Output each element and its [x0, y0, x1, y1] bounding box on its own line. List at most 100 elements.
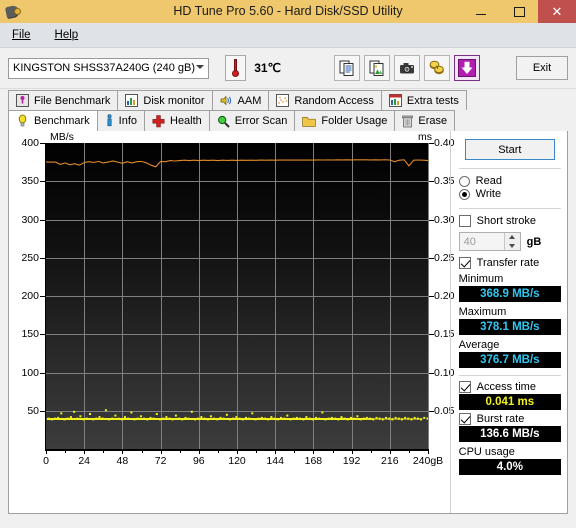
scatter-icon — [276, 94, 290, 107]
tab-folder-usage[interactable]: Folder Usage — [294, 110, 396, 131]
tab-row-secondary: File Benchmark Disk monitor AAM Random A… — [8, 89, 568, 110]
minimize-button[interactable] — [462, 0, 500, 23]
radio-read[interactable]: Read — [458, 175, 561, 187]
chart-y2-tick — [429, 411, 434, 412]
chart-x-tick — [122, 451, 123, 454]
radio-read-label: Read — [475, 175, 502, 187]
tab-folder-usage-label: Folder Usage — [321, 115, 388, 127]
screenshot-button[interactable] — [394, 55, 421, 81]
divider — [458, 208, 561, 209]
chart-x-tick-minor — [371, 451, 372, 453]
tab-benchmark[interactable]: Benchmark — [8, 110, 98, 131]
maximum-label: Maximum — [458, 306, 507, 318]
toolbar-buttons — [334, 55, 481, 81]
tab-benchmark-label: Benchmark — [34, 115, 90, 127]
tab-row-primary: Benchmark Info Health Error Scan Folder … — [8, 110, 568, 131]
cpu-usage-readout: 4.0% — [458, 459, 561, 475]
checkbox-short-stroke-icon — [458, 215, 471, 227]
divider — [458, 375, 561, 376]
drive-select[interactable]: KINGSTON SHSS37A240G (240 gB) — [8, 57, 209, 79]
chart-x-ticklabel: 48 — [116, 455, 129, 467]
copy-text-button[interactable] — [334, 55, 361, 81]
checkbox-access-time[interactable]: Access time — [458, 381, 561, 393]
chart-y-tick — [40, 258, 45, 259]
chart-y-ticklabel: 250 — [21, 251, 39, 264]
toolbar: KINGSTON SHSS37A240G (240 gB) 31℃ Exit — [0, 48, 576, 89]
chart-x-tick — [390, 451, 391, 454]
tab-aam-label: AAM — [237, 94, 262, 107]
radio-write[interactable]: Write — [458, 188, 561, 200]
cpu-usage-label: CPU usage — [458, 446, 515, 458]
chart-y-ticklabel: 150 — [21, 328, 39, 341]
benchmark-panel: MB/s ms 50 100 150 200 250 300 350 400 0.05 0.10… — [8, 131, 568, 514]
drive-select-value: KINGSTON SHSS37A240G (240 gB) — [13, 62, 195, 74]
chart-x-ticklabel: 168 — [304, 455, 323, 467]
menu-bar: File Help — [0, 23, 576, 48]
chart-x-ticklabel: 72 — [154, 455, 167, 467]
minimum-readout: 368.9 MB/s — [458, 286, 561, 302]
chart-y-tick — [40, 181, 45, 182]
chart-y2-tick — [429, 373, 434, 374]
options-button[interactable] — [424, 55, 451, 81]
chart-y-tick — [40, 143, 45, 144]
chart-x-tick-minor — [256, 451, 257, 453]
start-button-label: Start — [498, 143, 522, 156]
chart-x-tick-minor — [180, 451, 181, 453]
start-button[interactable]: Start — [464, 139, 555, 160]
tab-extra-tests[interactable]: Extra tests — [380, 90, 467, 110]
average-value: 376.7 MB/s — [480, 354, 540, 366]
stepper-arrows[interactable] — [503, 233, 520, 250]
maximize-button[interactable] — [500, 0, 538, 23]
menu-item-help[interactable]: Help — [52, 27, 82, 43]
tab-aam[interactable]: AAM — [211, 90, 270, 110]
status-bar — [0, 514, 576, 528]
tab-disk-monitor-label: Disk monitor — [143, 94, 205, 107]
exit-button[interactable]: Exit — [516, 56, 569, 80]
chart-x-ticklabels: 0 24 48 72 96 120 144 168 192 216 240gB — [43, 451, 443, 471]
chart-y2label: ms — [418, 131, 432, 143]
tab-health[interactable]: Health — [144, 110, 210, 131]
close-button[interactable]: ✕ — [538, 0, 576, 23]
tab-extra-tests-label: Extra tests — [406, 94, 459, 107]
tab-disk-monitor[interactable]: Disk monitor — [117, 90, 213, 110]
tab-file-benchmark-label: File Benchmark — [34, 94, 111, 107]
average-readout: 376.7 MB/s — [458, 352, 561, 368]
checkbox-short-stroke[interactable]: Short stroke — [458, 215, 561, 227]
maximum-value: 378.1 MB/s — [480, 321, 540, 333]
camera-icon — [400, 63, 415, 74]
short-stroke-stepper[interactable]: 40 — [458, 232, 521, 251]
checkbox-transfer-rate[interactable]: Transfer rate — [458, 257, 561, 269]
tab-erase[interactable]: Erase — [394, 110, 456, 131]
tabs-container: File Benchmark Disk monitor AAM Random A… — [0, 89, 576, 131]
save-button[interactable] — [454, 55, 481, 81]
info-icon — [107, 114, 112, 127]
checkbox-burst-rate[interactable]: Burst rate — [458, 413, 561, 425]
tab-error-scan[interactable]: Error Scan — [208, 110, 296, 131]
download-arrow-icon — [458, 59, 477, 77]
minimum-value: 368.9 MB/s — [480, 288, 540, 300]
tab-file-benchmark[interactable]: File Benchmark — [8, 90, 119, 110]
average-label: Average — [458, 339, 500, 351]
trash-icon — [402, 115, 414, 127]
chart-x-ticklabel: 240gB — [412, 455, 444, 467]
tab-info[interactable]: Info — [96, 110, 145, 131]
chart-icon — [388, 94, 402, 107]
maximum-readout: 378.1 MB/s — [458, 319, 561, 335]
exit-button-label: Exit — [532, 62, 552, 74]
chart-series-layer — [46, 159, 428, 421]
controls-panel: Start Read Write Short stroke 40 gB Tran… — [449, 131, 567, 513]
chart-x-tick — [352, 451, 353, 454]
chart-x-tick — [313, 451, 314, 454]
tab-random-access[interactable]: Random Access — [268, 90, 382, 110]
chart-x-tick-minor — [218, 451, 219, 453]
menu-item-file[interactable]: File — [9, 27, 34, 43]
chart-y-tick — [40, 373, 45, 374]
copy-image-button[interactable] — [364, 55, 391, 81]
checkbox-access-time-icon — [458, 381, 471, 393]
bulb-icon — [18, 114, 27, 127]
chevron-down-icon — [195, 64, 204, 69]
chart-y2-tick — [429, 258, 434, 259]
chart-x-ticklabel: 192 — [342, 455, 361, 467]
checkbox-transfer-rate-label: Transfer rate — [476, 257, 540, 269]
chart-y2-tick — [429, 181, 434, 182]
